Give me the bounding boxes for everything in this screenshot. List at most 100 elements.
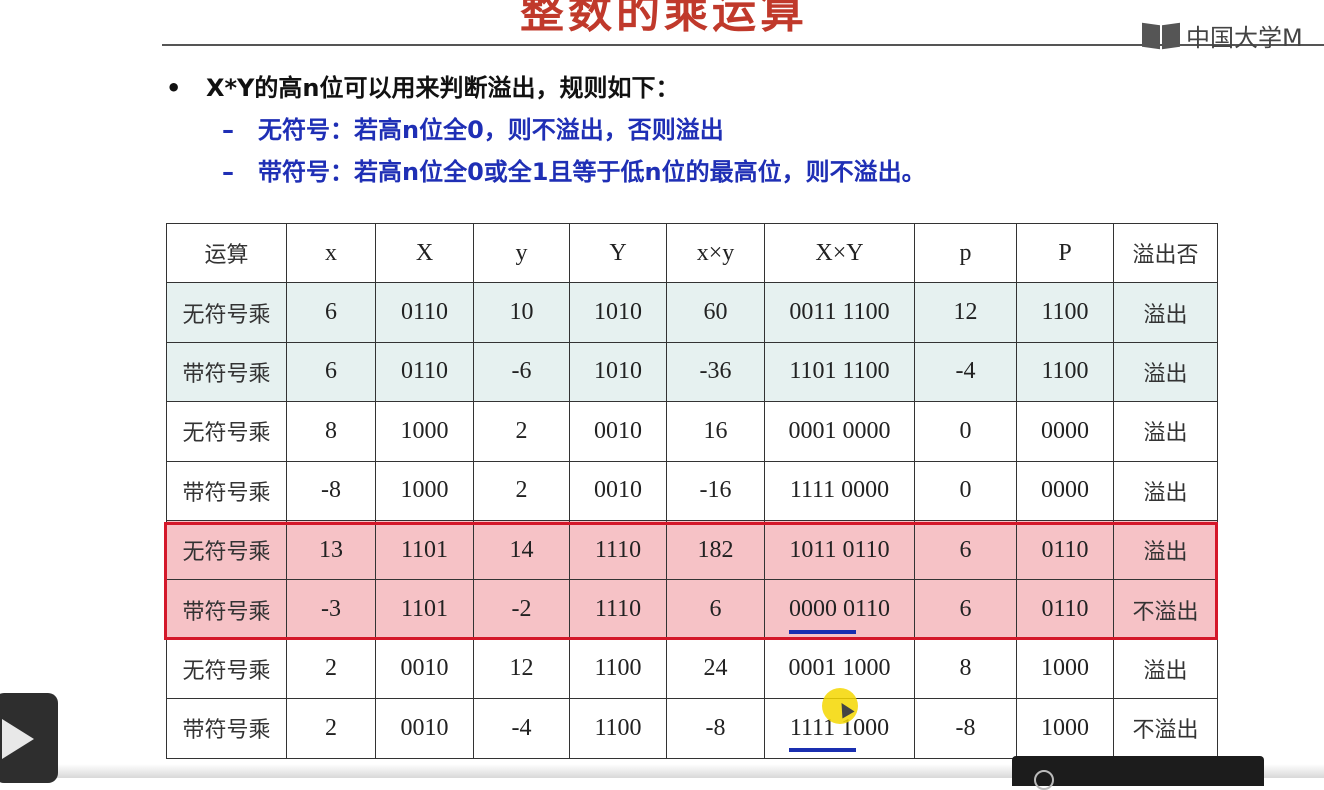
table-cell: 0010 (375, 698, 474, 759)
table-cell: 无符号乘 (166, 519, 287, 581)
table-cell: 6 (914, 519, 1017, 581)
table-cell: 带符号乘 (166, 460, 287, 521)
table-cell: 溢出 (1113, 519, 1218, 581)
table-cell: 带符号乘 (166, 341, 287, 403)
table-cell: 无符号乘 (166, 282, 287, 343)
table-cell: -8 (914, 698, 1017, 759)
play-button[interactable] (0, 693, 58, 783)
table-cell: 无符号乘 (166, 638, 287, 700)
table-cell: 0 (914, 401, 1017, 462)
header-cell: Y (569, 222, 667, 284)
table-cell: 0000 (1016, 460, 1114, 521)
table-cell: 1000 (1016, 638, 1114, 700)
play-icon (2, 719, 34, 759)
table-cell: 1110 (569, 519, 667, 581)
table-cell: 1101 1100 (764, 341, 915, 403)
table-cell: 6 (286, 341, 376, 403)
table-cell: 带符号乘 (166, 579, 287, 640)
table-cell: 1100 (1016, 341, 1114, 403)
control-knob-icon (1034, 770, 1054, 790)
table-cell: 8 (286, 401, 376, 462)
table-cell: 2 (286, 638, 376, 700)
bullet-main: • X*Y的高n位可以用来判断溢出，规则如下： (166, 68, 680, 103)
header-cell: P (1016, 222, 1114, 284)
bullet-marker: • (166, 74, 182, 102)
table-cell: -3 (286, 579, 376, 640)
table-cell: 0010 (569, 401, 667, 462)
table-row: 无符号乘 2 0010 12 1100 24 0001 1000 8 1000 溢出 (166, 638, 1218, 700)
table-cell: 溢出 (1113, 401, 1218, 462)
table-row: 带符号乘 6 0110 -6 1010 -36 1101 1100 -4 1100 溢出 (166, 341, 1218, 403)
table-cell: 溢出 (1113, 460, 1218, 521)
table-row: 无符号乘 6 0110 10 1010 60 0011 1100 12 1100 溢出 (166, 282, 1218, 343)
table-header-row: 运算 x X y Y x×y X×Y p P 溢出否 (166, 222, 1218, 284)
table-cell: 1111 0000 (764, 460, 915, 521)
sub-item-signed: – 带符号：若高n位全0或全1且等于低n位的最高位，则不溢出。 (222, 152, 926, 187)
table-cell: 1101 (375, 579, 474, 640)
table-cell: 13 (286, 519, 376, 581)
header-cell: x×y (666, 222, 765, 284)
table-cell: -4 (473, 698, 570, 759)
table-cell: 2 (286, 698, 376, 759)
table-row: 无符号乘 8 1000 2 0010 16 0001 0000 0 0000 溢出 (166, 401, 1218, 462)
header-cell: 运算 (166, 222, 287, 284)
table-cell: 1100 (569, 638, 667, 700)
header-cell: p (914, 222, 1017, 284)
table-cell: -4 (914, 341, 1017, 403)
mooc-logo: 中国大学M (1142, 18, 1303, 53)
table-cell: 1000 (1016, 698, 1114, 759)
table-cell: 8 (914, 638, 1017, 700)
table-cell: 12 (473, 638, 570, 700)
table-cell: -8 (286, 460, 376, 521)
table-cell: 无符号乘 (166, 401, 287, 462)
table-cell: 6 (286, 282, 376, 343)
table-cell: 1000 (375, 401, 474, 462)
table-cell: 溢出 (1113, 282, 1218, 343)
header-cell: X×Y (764, 222, 915, 284)
table-cell: 12 (914, 282, 1017, 343)
table-cell: 带符号乘 (166, 698, 287, 759)
table-cell: 0000 (1016, 401, 1114, 462)
header-cell: 溢出否 (1113, 222, 1218, 284)
underline-mark (789, 630, 856, 634)
table-cell: -8 (666, 698, 765, 759)
table-row: 带符号乘 -3 1101 -2 1110 6 0000 0110 6 0110 不溢出 (166, 579, 1218, 640)
table-cell: 0110 (1016, 519, 1114, 581)
player-control-bar[interactable] (1012, 756, 1264, 790)
table-cell: 1100 (569, 698, 667, 759)
table-cell: 14 (473, 519, 570, 581)
table-cell: 溢出 (1113, 341, 1218, 403)
table-cell: 1110 (569, 579, 667, 640)
table-cell: -6 (473, 341, 570, 403)
sub-item-unsigned: – 无符号：若高n位全0，则不溢出，否则溢出 (222, 110, 724, 145)
table-cell: 1010 (569, 282, 667, 343)
header-cell: X (375, 222, 474, 284)
table-row: 无符号乘 13 1101 14 1110 182 1011 0110 6 0110 溢出 (166, 519, 1218, 581)
table-cell: 溢出 (1113, 638, 1218, 700)
table-cell: 2 (473, 401, 570, 462)
slide-title: 整数的乘运算 (520, 0, 808, 38)
table-cell: 10 (473, 282, 570, 343)
multiplication-table: 运算 x X y Y x×y X×Y p P 溢出否 无符号乘 6 0110 10 10… (166, 222, 1218, 759)
header-cell: x (286, 222, 376, 284)
table-cell: -36 (666, 341, 765, 403)
table-cell: 1100 (1016, 282, 1114, 343)
table-cell: 6 (666, 579, 765, 640)
table-cell: 1101 (375, 519, 474, 581)
table-cell: 24 (666, 638, 765, 700)
table-cell: -16 (666, 460, 765, 521)
table-cell: 0001 0000 (764, 401, 915, 462)
table-cell: 60 (666, 282, 765, 343)
table-row: 带符号乘 2 0010 -4 1100 -8 1111 1000 -8 1000 不溢出 (166, 698, 1218, 759)
book-icon (1142, 22, 1182, 50)
sub-marker: – (222, 158, 234, 186)
table-cell: 1010 (569, 341, 667, 403)
table-cell: 不溢出 (1113, 698, 1218, 759)
table-cell: 182 (666, 519, 765, 581)
table-cell: 1011 0110 (764, 519, 915, 581)
table-cell: 0110 (375, 341, 474, 403)
table-cell: 2 (473, 460, 570, 521)
sub-text: 无符号：若高n位全0，则不溢出，否则溢出 (258, 116, 724, 144)
bullet-text: X*Y的高n位可以用来判断溢出，规则如下： (206, 74, 680, 102)
table-cell: 6 (914, 579, 1017, 640)
